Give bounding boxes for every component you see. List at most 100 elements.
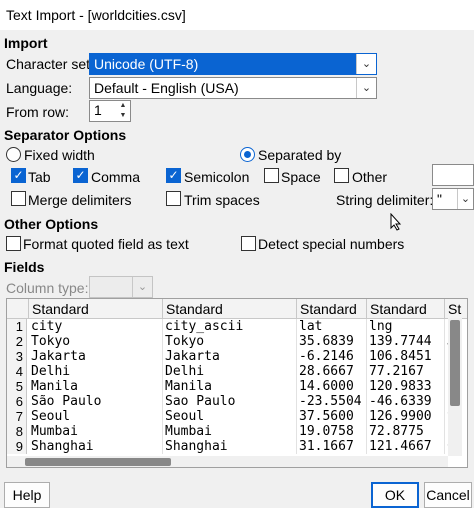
chevron-down-icon[interactable]: ⌄ [132,277,152,297]
row-number[interactable]: 3 [7,349,27,364]
help-button[interactable]: Help [4,482,50,508]
row-number[interactable]: 5 [7,379,27,394]
space-checkbox[interactable] [264,168,279,183]
row-number[interactable]: 8 [7,424,27,439]
charset-label: Character set: [6,56,94,72]
detect-special-label[interactable]: Detect special numbers [258,236,404,252]
mouse-cursor-icon [390,213,402,231]
string-delimiter-select[interactable]: " ⌄ [432,188,474,210]
other-options-section-title: Other Options [4,216,99,232]
comma-checkbox[interactable]: ✓ [73,168,88,183]
table-cell: 14.6000 [297,379,367,394]
table-cell: São Paulo [29,394,163,409]
window-title-bar[interactable]: Text Import - [worldcities.csv] [0,0,474,30]
charset-select[interactable]: Unicode (UTF-8) ⌄ [89,53,377,75]
semicolon-label[interactable]: Semicolon [184,169,249,185]
trim-spaces-checkbox[interactable] [166,191,181,206]
table-cell: -46.6339 [367,394,445,409]
table-cell: Delhi [163,364,297,379]
grid-corner [7,299,29,319]
table-cell: 19.0758 [297,424,367,439]
table-cell: 28.6667 [297,364,367,379]
spin-down-icon[interactable]: ▼ [116,111,130,121]
check-icon: ✓ [13,168,24,182]
column-header[interactable]: Standard [29,299,163,319]
language-select[interactable]: Default - English (USA) ⌄ [89,77,377,99]
horizontal-scroll-thumb[interactable] [25,458,171,466]
table-row: 5 Manila Manila 14.6000 120.9833 Ph [7,379,455,394]
table-cell: 31.1667 [297,439,367,454]
table-row: 1 city city_ascii lat lng co [7,319,455,334]
merge-delimiters-label[interactable]: Merge delimiters [28,192,131,208]
other-label[interactable]: Other [352,169,387,185]
row-number[interactable]: 1 [7,319,27,334]
table-cell: Tokyo [163,334,297,349]
chevron-down-icon[interactable]: ⌄ [356,54,376,74]
tab-label[interactable]: Tab [28,169,51,185]
other-input[interactable] [432,164,474,186]
table-cell: 35.6839 [297,334,367,349]
table-cell: 106.8451 [367,349,445,364]
charset-value: Unicode (UTF-8) [94,56,199,72]
table-cell: Mumbai [29,424,163,439]
table-cell: Delhi [29,364,163,379]
separator-section-title: Separator Options [4,127,127,143]
fields-section-title: Fields [4,259,45,275]
column-header[interactable]: Standard [163,299,297,319]
column-header[interactable]: Standard [367,299,445,319]
table-row: 6 São Paulo Sao Paulo -23.5504 -46.6339 … [7,394,455,409]
check-icon: ✓ [168,168,179,182]
separated-by-label[interactable]: Separated by [258,147,341,163]
chevron-down-icon[interactable]: ⌄ [457,189,473,209]
table-cell: Seoul [29,409,163,424]
table-cell: -23.5504 [297,394,367,409]
table-cell: Jakarta [29,349,163,364]
row-number[interactable]: 9 [7,439,27,454]
fromrow-spinner[interactable]: 1 ▲ ▼ [89,100,131,122]
trim-spaces-label[interactable]: Trim spaces [184,192,260,208]
table-row: 7 Seoul Seoul 37.5600 126.9900 So [7,409,455,424]
table-cell: Mumbai [163,424,297,439]
column-header[interactable]: Standard [297,299,367,319]
table-cell: 77.2167 [367,364,445,379]
column-type-select[interactable]: ⌄ [89,276,153,298]
table-row: 9 Shanghai Shanghai 31.1667 121.4667 Ch [7,439,455,454]
fields-preview-grid[interactable]: Standard Standard Standard Standard St 1… [6,298,468,468]
fixed-width-radio[interactable] [6,147,21,162]
table-cell: 120.9833 [367,379,445,394]
vertical-scroll-thumb[interactable] [450,320,460,406]
other-checkbox[interactable] [334,168,349,183]
format-quoted-label[interactable]: Format quoted field as text [23,236,189,252]
table-cell: city_ascii [163,319,297,334]
spin-up-icon[interactable]: ▲ [116,101,130,111]
row-number[interactable]: 2 [7,334,27,349]
column-type-label: Column type: [6,280,89,296]
table-cell: Jakarta [163,349,297,364]
language-label: Language: [6,80,73,96]
tab-checkbox[interactable]: ✓ [11,168,26,183]
table-cell: 126.9900 [367,409,445,424]
ok-button[interactable]: OK [371,482,419,508]
row-number[interactable]: 4 [7,364,27,379]
row-number[interactable]: 6 [7,394,27,409]
table-cell: 139.7744 [367,334,445,349]
semicolon-checkbox[interactable]: ✓ [166,168,181,183]
table-row: 2 Tokyo Tokyo 35.6839 139.7744 Ja [7,334,455,349]
space-label[interactable]: Space [281,169,321,185]
string-delimiter-label: String delimiter: [336,192,434,208]
chevron-down-icon[interactable]: ⌄ [356,78,376,98]
table-cell: Manila [29,379,163,394]
detect-special-checkbox[interactable] [241,236,256,251]
fixed-width-label[interactable]: Fixed width [24,147,95,163]
table-cell: 37.5600 [297,409,367,424]
table-cell: Sao Paulo [163,394,297,409]
separated-by-radio[interactable] [240,147,255,162]
fromrow-value: 1 [94,102,102,118]
cancel-button[interactable]: Cancel [424,482,472,508]
merge-delimiters-checkbox[interactable] [11,191,26,206]
row-number[interactable]: 7 [7,409,27,424]
format-quoted-checkbox[interactable] [6,236,21,251]
check-icon: ✓ [75,168,86,182]
column-header[interactable]: St [445,299,467,319]
comma-label[interactable]: Comma [91,169,140,185]
